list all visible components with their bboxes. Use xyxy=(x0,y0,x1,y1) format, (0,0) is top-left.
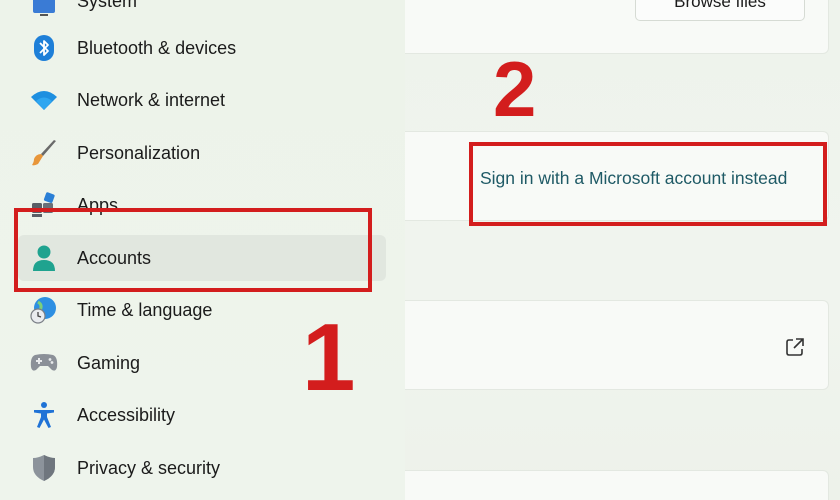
related-settings-card[interactable] xyxy=(405,300,829,390)
sidebar-item-personalization[interactable]: Personalization xyxy=(18,130,386,176)
sidebar-item-label: System xyxy=(77,0,138,11)
settings-window: System Bluetooth & devices Network & int… xyxy=(0,0,840,500)
sidebar-item-label: Privacy & security xyxy=(77,457,221,478)
bluetooth-icon xyxy=(30,34,58,62)
shield-icon xyxy=(30,454,58,482)
wifi-icon xyxy=(30,86,58,114)
sidebar-item-label: Accessibility xyxy=(77,404,176,425)
sidebar-item-label: Network & internet xyxy=(77,89,226,110)
sidebar-item-label: Bluetooth & devices xyxy=(77,37,237,58)
paintbrush-icon xyxy=(30,139,58,167)
step-number-2: 2 xyxy=(493,45,537,133)
highlight-signin-box xyxy=(469,142,827,226)
open-external-icon[interactable] xyxy=(785,337,805,357)
step-number-1: 1 xyxy=(302,304,356,411)
sidebar-item-network[interactable]: Network & internet xyxy=(18,77,386,123)
gamepad-icon xyxy=(30,349,58,377)
sidebar-item-label: Gaming xyxy=(77,352,141,373)
sidebar-item-bluetooth[interactable]: Bluetooth & devices xyxy=(18,25,386,71)
accessibility-icon xyxy=(30,401,58,429)
sidebar-item-privacy-security[interactable]: Privacy & security xyxy=(18,445,386,491)
highlight-accounts-box xyxy=(14,208,372,292)
globe-clock-icon xyxy=(30,296,58,324)
picture-card: Browse files xyxy=(405,0,829,54)
system-icon xyxy=(30,0,58,21)
sidebar-item-label: Personalization xyxy=(77,142,201,163)
bottom-card xyxy=(405,470,829,500)
browse-files-label: Browse files xyxy=(674,0,766,11)
sidebar-item-label: Time & language xyxy=(77,299,213,320)
accounts-content: Browse files Sign in with a Microsoft ac… xyxy=(405,0,840,500)
browse-files-button[interactable]: Browse files xyxy=(635,0,805,21)
